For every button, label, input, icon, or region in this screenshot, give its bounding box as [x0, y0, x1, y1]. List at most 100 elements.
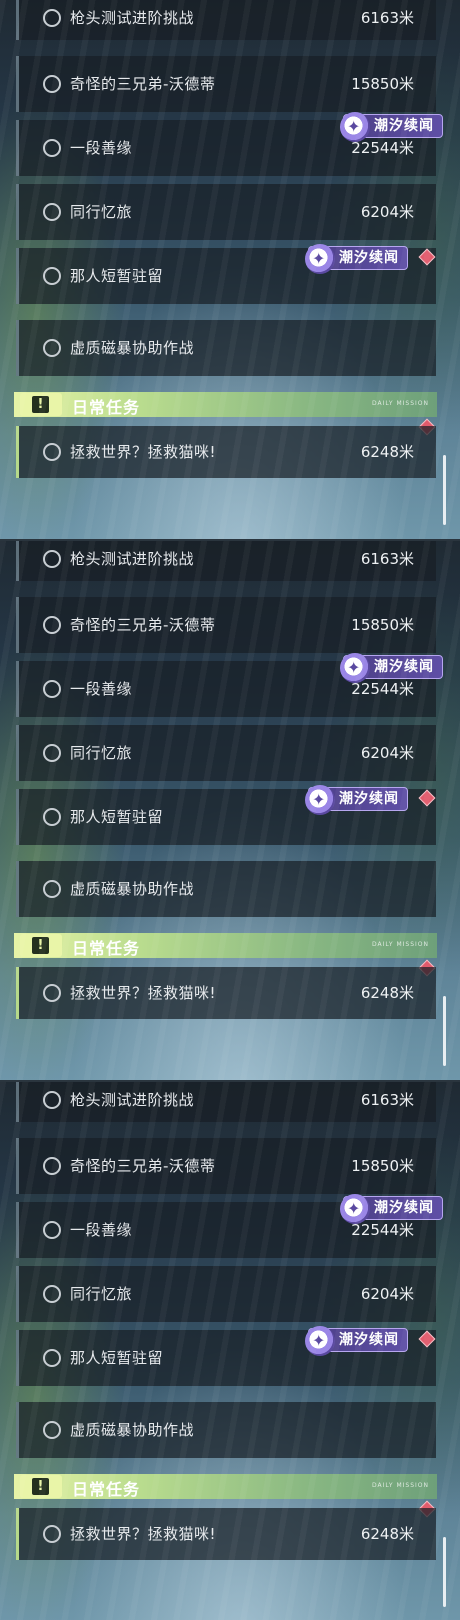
tide-story-badge: 潮汐续闻: [340, 1194, 443, 1224]
quest-item-2[interactable]: 奇怪的三兄弟-沃德蒂 15850米: [16, 1138, 436, 1194]
quest-panel-1: 枪头测试进阶挑战 6163米 奇怪的三兄弟-沃德蒂 15850米 一段善缘 22…: [0, 0, 460, 540]
quest-status-icon: [43, 75, 61, 93]
quest-distance: 6248米: [360, 984, 414, 1002]
quest-item-4[interactable]: 同行忆旅 6204米: [16, 725, 436, 781]
quest-panel-2: 枪头测试进阶挑战 6163米 奇怪的三兄弟-沃德蒂 15850米 一段善缘 22…: [0, 541, 460, 1081]
tide-story-badge: 潮汐续闻: [305, 244, 408, 274]
quest-title: 那人短暂驻留: [70, 1349, 164, 1367]
quest-title: 拯救世界？拯救猫咪!: [70, 1525, 217, 1543]
badge-label: 潮汐续闻: [374, 118, 434, 134]
quest-distance: 6204米: [360, 744, 414, 762]
quest-distance: 6248米: [360, 1525, 414, 1543]
daily-section-header: ! 日常任务 DAILY MISSION: [14, 933, 437, 958]
section-title: 日常任务: [72, 398, 141, 417]
quest-distance: 15850米: [351, 75, 414, 93]
quest-title: 一段善缘: [70, 139, 133, 157]
quest-status-icon: [43, 1221, 61, 1239]
tide-story-badge: 潮汐续闻: [305, 785, 408, 815]
tide-story-badge: 潮汐续闻: [340, 112, 443, 142]
daily-quest-item[interactable]: 拯救世界？拯救猫咪! 6248米: [16, 426, 436, 478]
quest-title: 拯救世界？拯救猫咪!: [70, 984, 217, 1002]
quest-title: 奇怪的三兄弟-沃德蒂: [70, 616, 216, 634]
quest-status-icon: [43, 984, 61, 1002]
badge-label: 潮汐续闻: [339, 791, 399, 807]
tide-story-icon: [305, 244, 335, 274]
scrollbar-thumb[interactable]: [443, 996, 446, 1066]
quest-status-icon: [43, 9, 61, 27]
tide-story-icon: [340, 112, 370, 142]
tide-story-icon: [305, 1326, 335, 1356]
quest-status-icon: [43, 1091, 61, 1109]
quest-status-icon: [43, 267, 61, 285]
quest-item-1[interactable]: 枪头测试进阶挑战 6163米: [16, 1082, 436, 1122]
quest-status-icon: [43, 139, 61, 157]
quest-title: 同行忆旅: [70, 203, 133, 221]
quest-status-icon: [43, 808, 61, 826]
section-title: 日常任务: [72, 939, 141, 958]
quest-item-2[interactable]: 奇怪的三兄弟-沃德蒂 15850米: [16, 597, 436, 653]
quest-status-icon: [43, 1349, 61, 1367]
quest-status-icon: [43, 1525, 61, 1543]
badge-label: 潮汐续闻: [374, 659, 434, 675]
quest-status-icon: [43, 203, 61, 221]
quest-item-6[interactable]: 虚质磁暴协助作战: [16, 1402, 436, 1458]
quest-title: 奇怪的三兄弟-沃德蒂: [70, 1157, 216, 1175]
quest-title: 枪头测试进阶挑战: [70, 9, 195, 27]
tide-story-icon: [305, 785, 335, 815]
quest-status-icon: [43, 1421, 61, 1439]
quest-item-4[interactable]: 同行忆旅 6204米: [16, 1266, 436, 1322]
quest-status-icon: [43, 550, 61, 568]
quest-distance: 6163米: [360, 9, 414, 27]
quest-item-2[interactable]: 奇怪的三兄弟-沃德蒂 15850米: [16, 56, 436, 112]
quest-panel-3: 枪头测试进阶挑战 6163米 奇怪的三兄弟-沃德蒂 15850米 一段善缘 22…: [0, 1082, 460, 1620]
quest-status-icon: [43, 744, 61, 762]
alert-icon: !: [20, 934, 62, 957]
quest-title: 一段善缘: [70, 680, 133, 698]
quest-title: 同行忆旅: [70, 744, 133, 762]
section-title: 日常任务: [72, 1480, 141, 1499]
quest-item-1[interactable]: 枪头测试进阶挑战 6163米: [16, 0, 436, 40]
quest-title: 枪头测试进阶挑战: [70, 550, 195, 568]
quest-title: 虚质磁暴协助作战: [70, 880, 195, 898]
quest-status-icon: [43, 339, 61, 357]
tide-story-icon: [340, 1194, 370, 1224]
daily-section-header: ! 日常任务 DAILY MISSION: [14, 1474, 437, 1499]
tide-story-icon: [340, 653, 370, 683]
quest-distance: 6248米: [360, 443, 414, 461]
quest-status-icon: [43, 616, 61, 634]
section-tag: DAILY MISSION: [371, 400, 429, 407]
quest-distance: 6204米: [360, 1285, 414, 1303]
quest-item-1[interactable]: 枪头测试进阶挑战 6163米: [16, 541, 436, 581]
quest-status-icon: [43, 1285, 61, 1303]
quest-title: 那人短暂驻留: [70, 808, 164, 826]
daily-quest-item[interactable]: 拯救世界？拯救猫咪! 6248米: [16, 1508, 436, 1560]
scrollbar-thumb[interactable]: [443, 455, 446, 525]
badge-label: 潮汐续闻: [374, 1200, 434, 1216]
quest-item-6[interactable]: 虚质磁暴协助作战: [16, 861, 436, 917]
badge-label: 潮汐续闻: [339, 250, 399, 266]
section-tag: DAILY MISSION: [371, 1482, 429, 1489]
alert-icon: !: [20, 1475, 62, 1498]
scrollbar-thumb[interactable]: [443, 1537, 446, 1607]
tide-story-badge: 潮汐续闻: [305, 1326, 408, 1356]
quest-distance: 6204米: [360, 203, 414, 221]
quest-status-icon: [43, 880, 61, 898]
quest-title: 一段善缘: [70, 1221, 133, 1239]
daily-quest-item[interactable]: 拯救世界？拯救猫咪! 6248米: [16, 967, 436, 1019]
quest-title: 同行忆旅: [70, 1285, 133, 1303]
quest-item-4[interactable]: 同行忆旅 6204米: [16, 184, 436, 240]
quest-item-6[interactable]: 虚质磁暴协助作战: [16, 320, 436, 376]
quest-status-icon: [43, 443, 61, 461]
quest-title: 拯救世界？拯救猫咪!: [70, 443, 217, 461]
quest-title: 那人短暂驻留: [70, 267, 164, 285]
quest-title: 虚质磁暴协助作战: [70, 1421, 195, 1439]
badge-label: 潮汐续闻: [339, 1332, 399, 1348]
daily-section-header: ! 日常任务 DAILY MISSION: [14, 392, 437, 417]
quest-title: 枪头测试进阶挑战: [70, 1091, 195, 1109]
quest-title: 虚质磁暴协助作战: [70, 339, 195, 357]
section-tag: DAILY MISSION: [371, 941, 429, 948]
quest-distance: 6163米: [360, 1091, 414, 1109]
quest-title: 奇怪的三兄弟-沃德蒂: [70, 75, 216, 93]
quest-distance: 15850米: [351, 616, 414, 634]
alert-icon: !: [20, 393, 62, 416]
